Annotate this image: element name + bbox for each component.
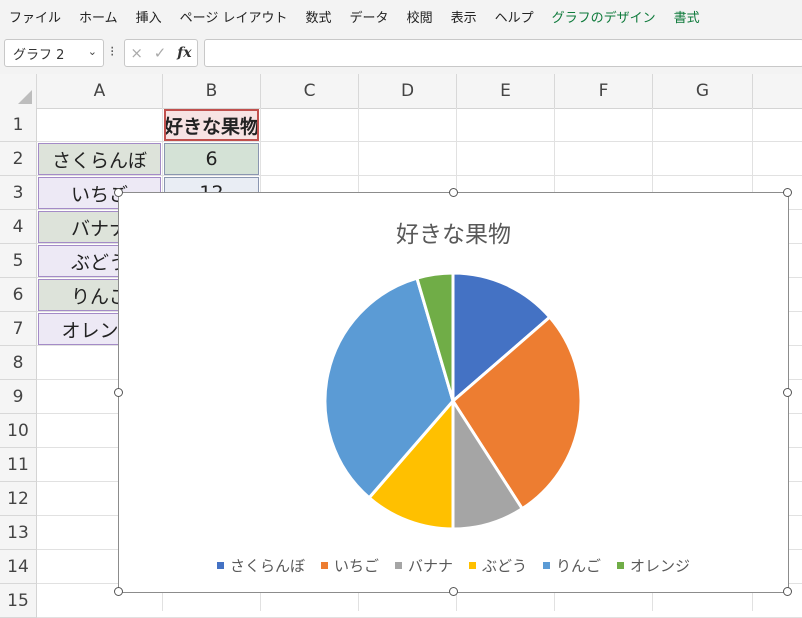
row-header[interactable]: 13: [0, 516, 37, 550]
cell-b1[interactable]: 好きな果物: [164, 109, 259, 141]
legend-swatch: [394, 562, 402, 569]
ribbon-tab[interactable]: ホーム: [70, 7, 127, 26]
legend-swatch: [617, 562, 625, 569]
legend-entry[interactable]: さくらんぼ: [216, 555, 305, 576]
legend-swatch: [543, 562, 551, 569]
legend-entry[interactable]: りんご: [543, 555, 601, 576]
row-header[interactable]: 9: [0, 380, 37, 414]
ribbon-tab[interactable]: 書式: [665, 7, 709, 26]
chart-legend[interactable]: さくらんぼ いちご バナナ ぶどう りんご オレンジ: [119, 555, 788, 576]
row-header[interactable]: 11: [0, 448, 37, 482]
legend-entry[interactable]: オレンジ: [617, 555, 690, 576]
row-header[interactable]: 15: [0, 584, 37, 618]
grid-line: [37, 141, 802, 142]
select-all-icon: [18, 90, 32, 104]
ribbon-tab[interactable]: ファイル: [0, 7, 70, 26]
resize-handle[interactable]: [783, 188, 792, 197]
legend-entry[interactable]: いちご: [320, 555, 379, 576]
resize-handle[interactable]: [114, 387, 123, 397]
column-header[interactable]: E: [457, 74, 555, 108]
resize-handle[interactable]: [448, 587, 458, 596]
grid-line: [37, 175, 802, 176]
row-header[interactable]: 1: [0, 108, 37, 142]
more-options-icon[interactable]: ⁝: [110, 44, 114, 60]
ribbon-tab[interactable]: データ: [341, 7, 398, 26]
row-header[interactable]: 3: [0, 176, 37, 210]
ribbon-tab[interactable]: 数式: [297, 7, 341, 26]
resize-handle[interactable]: [114, 188, 123, 197]
legend-swatch: [320, 562, 328, 569]
legend-entry[interactable]: バナナ: [394, 555, 453, 576]
ribbon-tab[interactable]: ページ レイアウト: [171, 7, 297, 26]
row-header[interactable]: 12: [0, 482, 37, 516]
row-header[interactable]: 14: [0, 550, 37, 584]
legend-label: りんご: [556, 557, 602, 575]
row-header[interactable]: 5: [0, 244, 37, 278]
cancel-icon[interactable]: ×: [130, 44, 143, 62]
column-header[interactable]: G: [653, 74, 753, 108]
cell-a2[interactable]: さくらんぼ: [38, 143, 161, 175]
legend-label: バナナ: [407, 557, 453, 575]
chevron-down-icon[interactable]: ⌄: [88, 45, 97, 58]
name-box-value: グラフ 2: [13, 47, 65, 63]
column-header[interactable]: D: [359, 74, 457, 108]
formula-input[interactable]: [204, 39, 802, 67]
ribbon-tabs: ファイル ホーム 挿入 ページ レイアウト 数式 データ 校閲 表示 ヘルプ グラフのデザイン 書式: [0, 0, 802, 32]
column-header[interactable]: F: [555, 74, 653, 108]
legend-label: いちご: [333, 557, 379, 575]
insert-function-icon[interactable]: fx: [177, 45, 191, 61]
legend-swatch: [216, 562, 224, 569]
resize-handle[interactable]: [783, 387, 792, 397]
row-header[interactable]: 7: [0, 312, 37, 346]
formula-bar: グラフ 2 ⌄ ⁝ × ✓ fx: [0, 32, 802, 74]
ribbon-tab[interactable]: ヘルプ: [486, 7, 543, 26]
column-header[interactable]: B: [163, 74, 261, 108]
resize-handle[interactable]: [448, 188, 458, 197]
column-headers: ABCDEFG: [0, 74, 802, 109]
pie-plot-area[interactable]: [119, 193, 788, 592]
ribbon-tab[interactable]: グラフのデザイン: [543, 7, 665, 26]
legend-label: オレンジ: [630, 557, 691, 575]
formula-buttons: × ✓ fx: [124, 39, 198, 67]
legend-label: ぶどう: [482, 557, 528, 575]
legend-entry[interactable]: ぶどう: [469, 555, 527, 576]
legend-swatch: [469, 562, 476, 569]
column-header[interactable]: C: [261, 74, 359, 108]
ribbon-tab[interactable]: 校閲: [398, 7, 442, 26]
resize-handle[interactable]: [783, 587, 792, 596]
row-header[interactable]: 6: [0, 278, 37, 312]
name-box[interactable]: グラフ 2 ⌄: [4, 39, 104, 67]
row-header[interactable]: 2: [0, 142, 37, 176]
row-header[interactable]: 4: [0, 210, 37, 244]
cell-b2[interactable]: 6: [164, 143, 259, 175]
select-all-button[interactable]: [0, 74, 37, 108]
ribbon-tab[interactable]: 表示: [442, 7, 486, 26]
legend-label: さくらんぼ: [229, 557, 305, 575]
pie-chart[interactable]: 好きな果物 さくらんぼ いちご バナナ ぶどう りんご オレンジ: [114, 188, 792, 596]
column-header[interactable]: A: [37, 74, 163, 108]
ribbon-tab[interactable]: 挿入: [127, 7, 171, 26]
resize-handle[interactable]: [114, 587, 123, 596]
row-header[interactable]: 8: [0, 346, 37, 380]
row-header[interactable]: 10: [0, 414, 37, 448]
enter-icon[interactable]: ✓: [154, 44, 167, 62]
